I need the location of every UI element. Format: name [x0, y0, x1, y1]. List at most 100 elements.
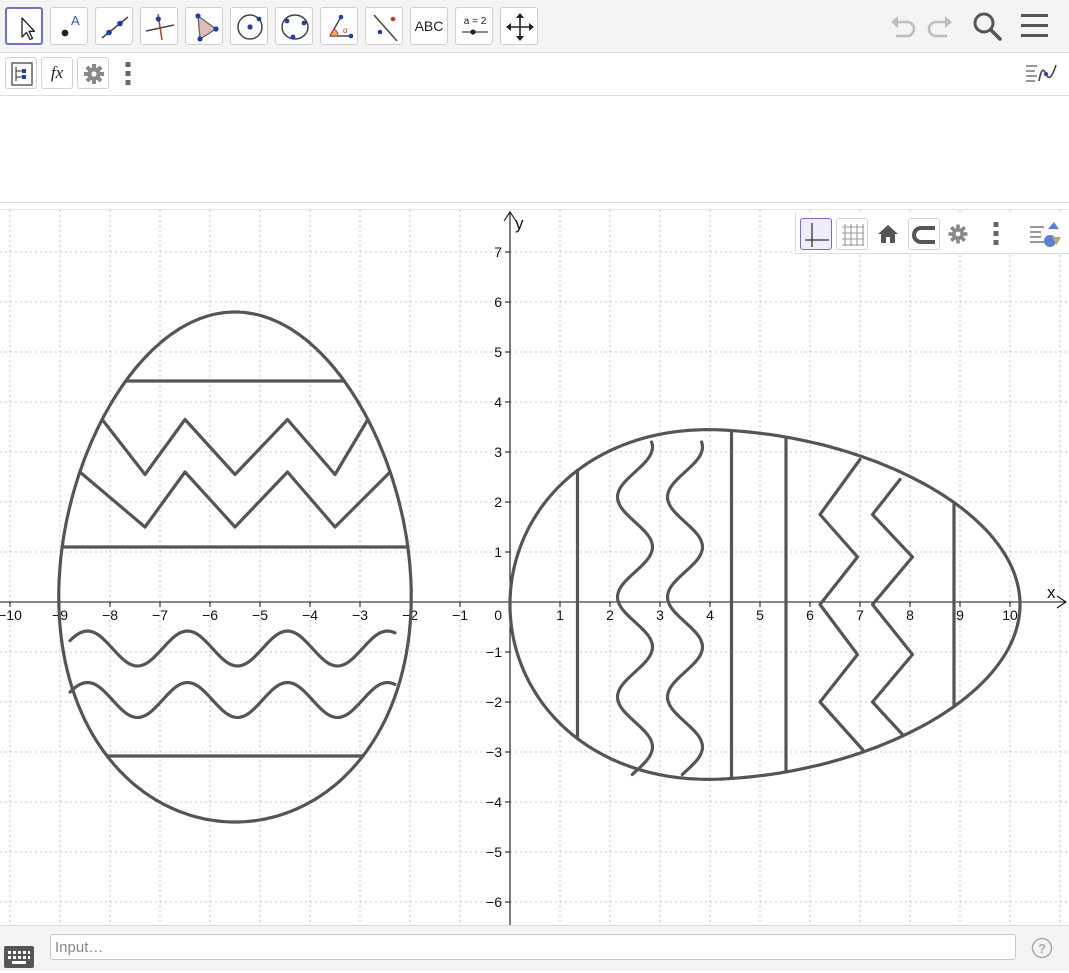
y-tick-label: −1: [486, 644, 502, 660]
input-bar: ?: [0, 925, 1069, 971]
x-tick-label: −10: [0, 607, 22, 623]
point-capture-icon: [912, 226, 935, 244]
redo-icon: [927, 16, 952, 38]
search-icon: [973, 12, 1002, 41]
more-vertical-icon: [993, 222, 999, 245]
polygon-icon: [195, 13, 219, 42]
keyboard-button[interactable]: [3, 945, 35, 973]
menu-icon: [1021, 14, 1048, 37]
y-tick-label: 1: [494, 544, 502, 560]
x-tick-label: 10: [1002, 607, 1018, 623]
slider-icon: a = 2: [462, 16, 488, 35]
svg-text:α: α: [343, 26, 348, 35]
egg-1-wave: [68, 629, 397, 668]
algebra-style-button[interactable]: [1024, 60, 1060, 92]
egg-2-wave: [615, 440, 655, 777]
grid: [0, 210, 1069, 926]
egg-2-outline: [508, 428, 1022, 781]
graphics-canvas[interactable]: −10 −9 −8 −7 −6 −5 −4 −3 −2 −1 1 2 3 4 5 6 7 8 9 107654321−…: [0, 210, 1069, 926]
keyboard-icon: [4, 946, 34, 968]
algebra-view-icon: [11, 62, 33, 86]
egg-2-wave: [665, 440, 705, 777]
graphics-view[interactable]: −10 −9 −8 −7 −6 −5 −4 −3 −2 −1 1 2 3 4 5 6 7 8 9 10 7 6 5 4 3 2 1−…: [0, 209, 1069, 926]
graphics-more-button[interactable]: [986, 219, 1006, 253]
conic-through-points-icon: [281, 14, 309, 40]
y-tick-label: −2: [486, 694, 502, 710]
conic-tool-button[interactable]: [275, 7, 313, 45]
help-button[interactable]: ?: [1031, 937, 1053, 963]
angle-tool-button[interactable]: α: [320, 7, 358, 45]
gear-icon: [84, 64, 104, 84]
x-tick-label: −1: [452, 607, 468, 623]
redo-button[interactable]: [924, 10, 956, 46]
more-vertical-icon: [125, 62, 131, 85]
y-tick-label: −6: [486, 894, 502, 910]
x-tick-label: 1: [556, 607, 564, 623]
line-tool-button[interactable]: [95, 7, 133, 45]
algebra-style-icon: [1026, 64, 1057, 82]
x-tick-label: −5: [252, 607, 268, 623]
fx-input-button[interactable]: fx: [41, 57, 73, 89]
graphics-style-bar: [795, 212, 1069, 254]
undo-button[interactable]: [887, 10, 919, 46]
x-tick-label: −6: [202, 607, 218, 623]
x-tick-label: 8: [906, 607, 914, 623]
move-view-icon: [506, 13, 534, 41]
x-tick-label: −3: [352, 607, 368, 623]
perpendicular-line-tool-button[interactable]: [140, 7, 178, 45]
x-tick-label: 7: [856, 607, 864, 623]
search-button[interactable]: [971, 10, 1003, 46]
circle-tool-button[interactable]: [230, 7, 268, 45]
algebra-view-toolbar: fx: [0, 53, 1069, 96]
y-tick-label: −4: [486, 794, 502, 810]
style-bar-toggle-button[interactable]: [1028, 219, 1064, 253]
x-tick-label: 2: [606, 607, 614, 623]
y-axis-label: y: [515, 214, 524, 233]
y-tick-label: 7: [494, 244, 502, 260]
y-tick-label: −5: [486, 844, 502, 860]
y-tick-label: 2: [494, 494, 502, 510]
y-tick-label: 4: [494, 394, 502, 410]
style-bar-toggle-icon: [1030, 222, 1061, 247]
egg-2-zigzag: [818, 457, 865, 752]
egg-1-zigzag: [78, 470, 392, 529]
x-tick-label: 5: [756, 607, 764, 623]
x-tick-label: 6: [806, 607, 814, 623]
reflect-about-line-icon: [373, 14, 398, 42]
show-grid-button[interactable]: [836, 218, 868, 250]
show-grid-icon: [842, 224, 864, 246]
y-tick-label: 3: [494, 444, 502, 460]
egg-1-zigzag: [100, 417, 370, 477]
algebra-view-button[interactable]: [5, 57, 37, 89]
slider-tool-button[interactable]: a = 2: [455, 7, 493, 45]
help-icon-label: ?: [1038, 941, 1046, 956]
algebra-settings-button[interactable]: [77, 57, 109, 89]
standard-view-button[interactable]: [874, 220, 902, 252]
algebra-view-panel[interactable]: [0, 96, 1069, 203]
text-tool-button[interactable]: ABC: [410, 7, 448, 45]
point-capture-button[interactable]: [908, 218, 940, 250]
x-tick-label: −8: [102, 607, 118, 623]
svg-text:A: A: [71, 13, 80, 28]
polygon-tool-button[interactable]: [185, 7, 223, 45]
angle-icon: α: [329, 14, 354, 39]
perpendicular-line-icon: [145, 13, 175, 41]
show-axes-button[interactable]: [800, 218, 832, 250]
cursor-arrow-icon: [21, 17, 36, 41]
input-field[interactable]: [50, 934, 1016, 960]
move-graphics-view-tool-button[interactable]: [500, 7, 538, 45]
line-through-points-icon: [101, 16, 129, 39]
point-tool-button[interactable]: A: [50, 7, 88, 45]
main-menu-button[interactable]: [1019, 10, 1051, 46]
x-tick-label: −4: [302, 607, 318, 623]
show-axes-icon: [805, 223, 829, 247]
reflect-tool-button[interactable]: [365, 7, 403, 45]
graphics-settings-button[interactable]: [944, 220, 972, 252]
home-icon: [878, 225, 898, 243]
slider-icon-label: a = 2: [464, 16, 487, 27]
help-icon: ?: [1031, 937, 1053, 959]
point-icon: A: [61, 13, 80, 37]
algebra-more-button[interactable]: [118, 59, 138, 93]
move-tool-button[interactable]: [5, 7, 43, 45]
x-tick-label: −7: [152, 607, 168, 623]
